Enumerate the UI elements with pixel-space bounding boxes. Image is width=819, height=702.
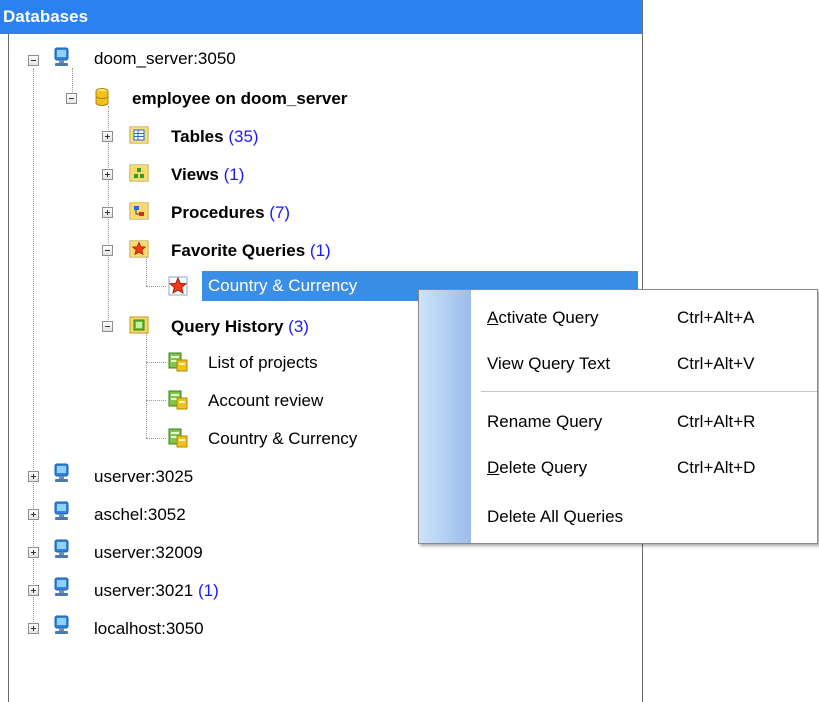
favorite-star-icon	[129, 239, 149, 259]
node-count: (1)	[309, 241, 331, 260]
node-label: Tables	[171, 127, 224, 146]
server-icon	[52, 577, 72, 597]
node-label: Account review	[208, 391, 324, 410]
tree-node-procedures[interactable]: Procedures (7)	[171, 198, 290, 228]
tree-line	[146, 332, 147, 438]
panel-title: Databases	[0, 0, 642, 34]
node-label: userver:32009	[94, 543, 203, 562]
menu-item-label: View Query Text	[487, 354, 611, 373]
node-label: Country & Currency	[208, 276, 358, 295]
tree-node-favorite-queries[interactable]: Favorite Queries (1)	[171, 236, 331, 266]
tree-line	[146, 438, 166, 439]
menu-item-label: Rename Query	[487, 412, 603, 431]
menu-item-delete-all-queries[interactable]: Delete All Queries	[471, 502, 817, 532]
favorite-query-icon	[168, 276, 188, 296]
collapse-toggle[interactable]	[66, 93, 77, 104]
server-icon	[52, 539, 72, 559]
menu-item-shortcut: Ctrl+Alt+D	[677, 458, 756, 477]
database-icon	[92, 87, 112, 107]
menu-item-delete-query[interactable]: Delete Query Ctrl+Alt+D	[471, 453, 817, 483]
procedures-icon	[129, 201, 149, 221]
tree-line	[146, 400, 166, 401]
node-label: employee on doom_server	[132, 89, 348, 108]
tree-node-query-history[interactable]: Query History (3)	[171, 312, 309, 342]
menu-item-view-query-text[interactable]: View Query Text Ctrl+Alt+V	[471, 349, 817, 379]
node-label: Views	[171, 165, 219, 184]
node-label: userver:3021	[94, 581, 194, 600]
node-count: (7)	[269, 203, 291, 222]
views-icon	[129, 163, 149, 183]
expand-toggle[interactable]	[102, 169, 113, 180]
node-count: (35)	[228, 127, 259, 146]
tree-line	[146, 256, 147, 286]
collapse-toggle[interactable]	[102, 321, 113, 332]
tables-icon	[129, 125, 149, 145]
node-label: Country & Currency	[208, 429, 358, 448]
menu-item-activate-query[interactable]: Activate Query Ctrl+Alt+A	[471, 303, 817, 333]
server-icon	[52, 615, 72, 635]
node-label: Procedures	[171, 203, 265, 222]
query-history-icon	[129, 315, 149, 335]
menu-separator	[481, 391, 817, 392]
tree-line	[146, 362, 166, 363]
expand-toggle[interactable]	[28, 471, 39, 482]
expand-toggle[interactable]	[28, 623, 39, 634]
menu-item-label: Delete Query	[487, 458, 588, 477]
menu-item-rename-query[interactable]: Rename Query Ctrl+Alt+R	[471, 407, 817, 437]
tree-node-tables[interactable]: Tables (35)	[171, 122, 259, 152]
expand-toggle[interactable]	[102, 131, 113, 142]
collapse-toggle[interactable]	[28, 55, 39, 66]
node-label: Query History	[171, 317, 284, 336]
menu-item-shortcut: Ctrl+Alt+A	[677, 308, 755, 327]
tree-node-server[interactable]: aschel:3052	[94, 500, 186, 530]
tree-line	[146, 286, 166, 287]
expand-toggle[interactable]	[102, 207, 113, 218]
tree-node-server[interactable]: userver:3025	[94, 462, 193, 492]
node-count: (1)	[223, 165, 245, 184]
menu-item-shortcut: Ctrl+Alt+V	[677, 354, 755, 373]
expand-toggle[interactable]	[28, 509, 39, 520]
expand-toggle[interactable]	[28, 585, 39, 596]
query-icon	[168, 352, 188, 372]
node-label: List of projects	[208, 353, 318, 372]
tree-line	[33, 68, 34, 630]
tree-node-server[interactable]: localhost:3050	[94, 614, 204, 644]
menu-item-label: Activate Query	[487, 308, 599, 327]
node-count: (1)	[197, 581, 219, 600]
tree-node-views[interactable]: Views (1)	[171, 160, 244, 190]
node-label: doom_server:3050	[94, 49, 236, 68]
node-label: localhost:3050	[94, 619, 204, 638]
query-icon	[168, 428, 188, 448]
tree-node-server[interactable]: userver:3021 (1)	[94, 576, 219, 606]
node-count: (3)	[288, 317, 309, 336]
node-label: Favorite Queries	[171, 241, 306, 260]
menu-item-label: Delete All Queries	[487, 507, 624, 526]
server-icon	[52, 463, 72, 483]
node-label: userver:3025	[94, 467, 194, 486]
tree-node-server[interactable]: userver:32009	[94, 538, 203, 568]
server-icon	[52, 501, 72, 521]
node-label: aschel:3052	[94, 505, 186, 524]
context-menu: Activate Query Ctrl+Alt+A View Query Tex…	[418, 289, 818, 544]
expand-toggle[interactable]	[28, 547, 39, 558]
query-icon	[168, 390, 188, 410]
menu-icon-strip	[419, 290, 471, 543]
collapse-toggle[interactable]	[102, 245, 113, 256]
server-icon	[52, 47, 72, 67]
menu-item-shortcut: Ctrl+Alt+R	[677, 412, 756, 431]
